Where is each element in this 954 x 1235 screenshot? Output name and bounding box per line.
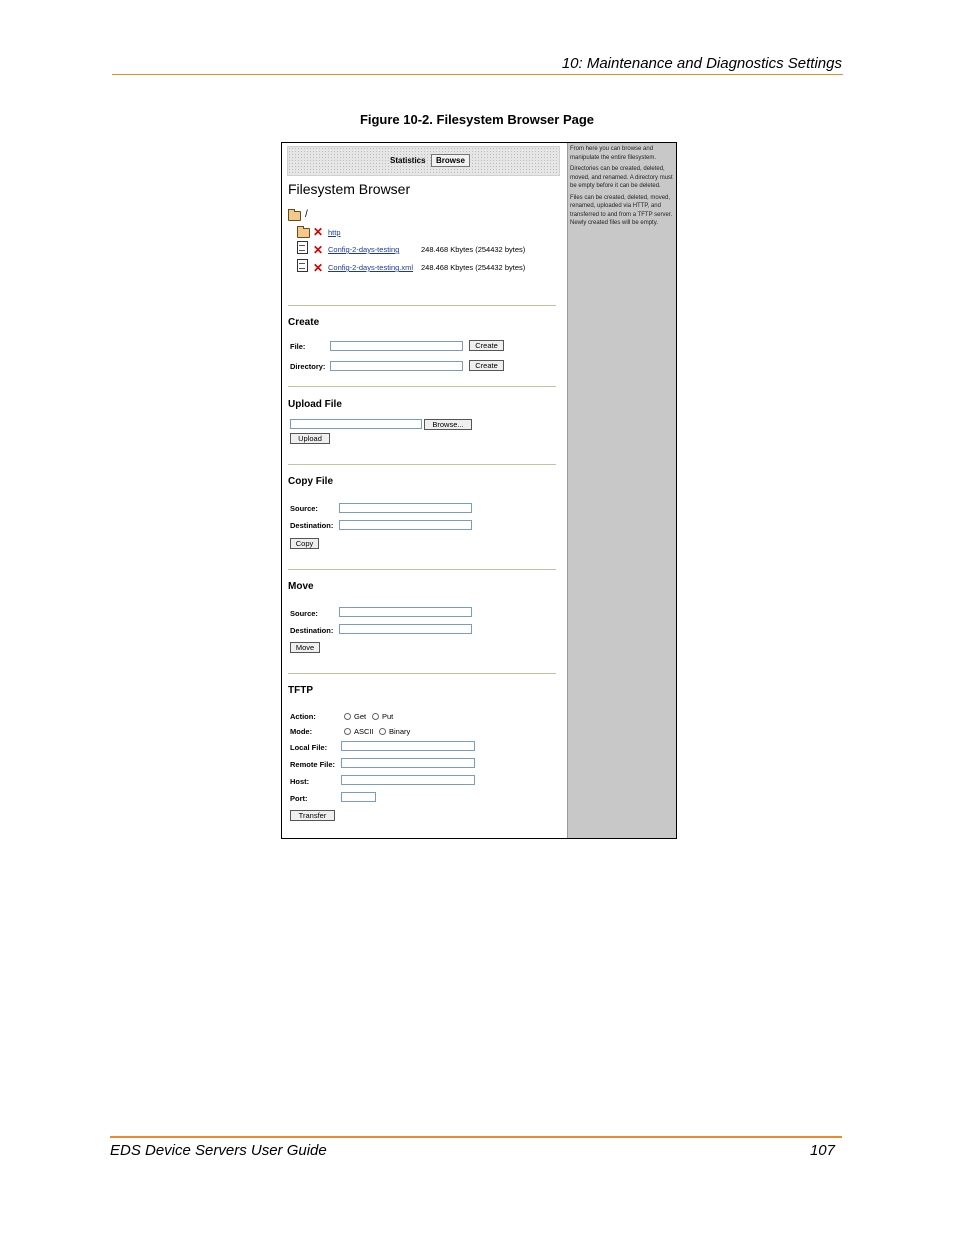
copy-source-input[interactable] (339, 503, 472, 513)
copy-destination-label: Destination: (290, 521, 334, 530)
folder-icon (288, 209, 301, 221)
filesystem-browser-screenshot: Statistics Browse Filesystem Browser / ✕… (281, 142, 677, 839)
tftp-port-input[interactable] (341, 792, 376, 802)
copy-source-label: Source: (290, 504, 318, 513)
transfer-button[interactable]: Transfer (290, 810, 335, 821)
tftp-remote-file-label: Remote File: (290, 760, 336, 769)
tftp-put-radio[interactable] (372, 713, 379, 720)
entry-link-file[interactable]: Config-2-days-testing.xml (328, 263, 413, 272)
header-rule (112, 74, 843, 75)
create-directory-input[interactable] (330, 361, 463, 371)
file-icon (297, 241, 308, 254)
tftp-host-input[interactable] (341, 775, 475, 785)
copy-button[interactable]: Copy (290, 538, 319, 549)
create-file-button[interactable]: Create (469, 340, 504, 351)
tftp-binary-label: Binary (389, 727, 411, 736)
tftp-heading: TFTP (288, 685, 313, 696)
file-icon (297, 259, 308, 272)
move-heading: Move (288, 581, 314, 592)
copy-destination-input[interactable] (339, 520, 472, 530)
tftp-host-label: Host: (290, 777, 310, 786)
tftp-ascii-radio[interactable] (344, 728, 351, 735)
divider (288, 305, 556, 306)
move-button[interactable]: Move (290, 642, 320, 653)
footer-rule (110, 1136, 842, 1138)
tftp-local-file-label: Local File: (290, 743, 328, 752)
figure-caption: Figure 10-2. Filesystem Browser Page (359, 112, 595, 127)
create-file-input[interactable] (330, 341, 463, 351)
entry-size: 248.468 Kbytes (254432 bytes) (421, 245, 526, 254)
page-title: Filesystem Browser (288, 181, 411, 197)
browse-button[interactable]: Browse... (424, 419, 472, 430)
root-path: / (305, 209, 308, 220)
tftp-action-label: Action: (290, 712, 316, 721)
tftp-remote-file-input[interactable] (341, 758, 475, 768)
tab-browse[interactable]: Browse (431, 154, 470, 167)
tab-bar: Statistics Browse (287, 146, 560, 176)
entry-size: 248.468 Kbytes (254432 bytes) (421, 263, 526, 272)
move-source-input[interactable] (339, 607, 472, 617)
entry-link-file[interactable]: Config-2-days-testing (328, 245, 399, 254)
create-heading: Create (288, 317, 320, 328)
move-source-label: Source: (290, 609, 318, 618)
tftp-port-label: Port: (290, 794, 308, 803)
help-sidebar: From here you can browse and manipulate … (567, 143, 676, 838)
tftp-binary-radio[interactable] (379, 728, 386, 735)
tftp-get-radio[interactable] (344, 713, 351, 720)
help-text: From here you can browse and manipulate … (570, 146, 657, 161)
tftp-put-label: Put (382, 712, 394, 721)
move-destination-label: Destination: (290, 626, 334, 635)
divider (288, 569, 556, 570)
copy-heading: Copy File (288, 476, 334, 487)
tftp-mode-label: Mode: (290, 727, 313, 736)
tftp-local-file-input[interactable] (341, 741, 475, 751)
delete-icon[interactable]: ✕ (313, 244, 323, 256)
upload-file-input[interactable] (290, 419, 422, 429)
upload-button[interactable]: Upload (290, 433, 330, 444)
folder-icon (297, 226, 310, 238)
entry-link-http[interactable]: http (328, 228, 341, 237)
tab-statistics[interactable]: Statistics (390, 156, 426, 165)
tftp-get-label: Get (354, 712, 367, 721)
create-directory-button[interactable]: Create (469, 360, 504, 371)
upload-heading: Upload File (288, 399, 342, 410)
main-panel: Statistics Browse Filesystem Browser / ✕… (282, 143, 567, 838)
tftp-ascii-label: ASCII (354, 727, 374, 736)
move-destination-input[interactable] (339, 624, 472, 634)
create-file-label: File: (290, 342, 306, 351)
help-text: Directories can be created, deleted, mov… (570, 166, 673, 189)
delete-icon[interactable]: ✕ (313, 226, 323, 238)
footer-guide-title: EDS Device Servers User Guide (110, 1142, 327, 1159)
delete-icon[interactable]: ✕ (313, 262, 323, 274)
divider (288, 673, 556, 674)
divider (288, 464, 556, 465)
footer-page-number: 107 (809, 1142, 835, 1159)
create-directory-label: Directory: (290, 362, 326, 371)
divider (288, 386, 556, 387)
page-header-chapter: 10: Maintenance and Diagnostics Settings (561, 55, 842, 72)
help-text: Files can be created, deleted, moved, re… (570, 194, 673, 227)
